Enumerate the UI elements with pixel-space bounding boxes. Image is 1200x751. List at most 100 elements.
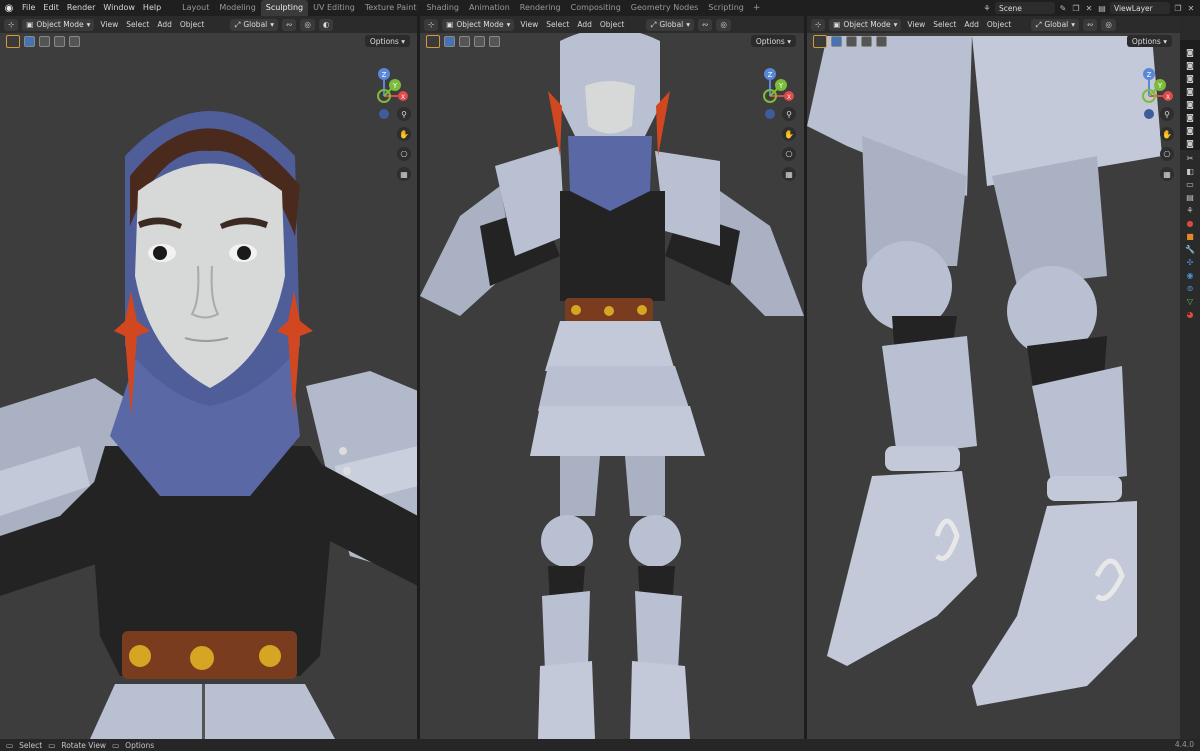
- tab-scripting[interactable]: Scripting: [703, 0, 749, 16]
- camera-icon[interactable]: ◙: [1183, 86, 1197, 96]
- scene-icon[interactable]: ⚘: [1183, 205, 1197, 215]
- world-icon[interactable]: ●: [1183, 218, 1197, 228]
- menu-edit[interactable]: Edit: [39, 0, 63, 16]
- proportional-button[interactable]: ◎: [300, 18, 315, 31]
- tab-sculpting[interactable]: Sculpting: [260, 0, 309, 16]
- physics-icon[interactable]: ◉: [1183, 270, 1197, 280]
- select-mode-new[interactable]: [831, 35, 842, 47]
- grid-icon[interactable]: ▦: [1160, 167, 1174, 181]
- menu-select[interactable]: Select: [931, 20, 958, 29]
- select-mode-intersect[interactable]: [489, 35, 500, 47]
- menu-view[interactable]: View: [98, 20, 120, 29]
- select-mode-extend[interactable]: [39, 35, 50, 47]
- orientation-dropdown[interactable]: ⤢ Global ▾: [230, 18, 279, 31]
- options-dropdown[interactable]: Options ▾: [750, 35, 796, 47]
- particles-icon[interactable]: ✣: [1183, 257, 1197, 267]
- pin-icon[interactable]: ✎: [1058, 3, 1068, 13]
- editor-type-button[interactable]: ⊹: [811, 18, 826, 31]
- constraints-icon[interactable]: ⊚: [1183, 283, 1197, 293]
- select-mode-intersect[interactable]: [69, 35, 80, 47]
- camera-icon[interactable]: ◙: [1183, 125, 1197, 135]
- snap-button[interactable]: ∾: [282, 18, 297, 31]
- scene-field[interactable]: Scene: [995, 2, 1055, 14]
- render-icon[interactable]: ◧: [1183, 166, 1197, 176]
- grid-icon[interactable]: ▦: [782, 167, 796, 181]
- camera-icon[interactable]: ⎔: [397, 147, 411, 161]
- menu-help[interactable]: Help: [139, 0, 165, 16]
- grid-icon[interactable]: ▦: [397, 167, 411, 181]
- options-dropdown[interactable]: Options ▾: [1126, 35, 1172, 47]
- camera-icon[interactable]: ◙: [1183, 112, 1197, 122]
- tab-compositing[interactable]: Compositing: [566, 0, 626, 16]
- pan-hand-icon[interactable]: ✋: [782, 127, 796, 141]
- menu-object[interactable]: Object: [985, 20, 1013, 29]
- delete-layer-icon[interactable]: ✕: [1186, 3, 1196, 13]
- data-icon[interactable]: ▽: [1183, 296, 1197, 306]
- viewport-left[interactable]: ⊹ ▣ Object Mode ▾ View Select Add Object ⤢…: [0, 16, 418, 739]
- camera-icon[interactable]: ◙: [1183, 60, 1197, 70]
- editor-type-button[interactable]: ⊹: [424, 18, 439, 31]
- delete-scene-icon[interactable]: ✕: [1084, 3, 1094, 13]
- select-mode-subtract[interactable]: [54, 35, 65, 47]
- camera-icon[interactable]: ◙: [1183, 73, 1197, 83]
- copy-scene-icon[interactable]: ❐: [1071, 3, 1081, 13]
- proportional-button[interactable]: ◎: [716, 18, 731, 31]
- camera-icon[interactable]: ⎔: [782, 147, 796, 161]
- viewport-right[interactable]: ⊹ ▣ Object Mode ▾ View Select Add Object ⤢…: [807, 16, 1180, 739]
- select-mode-extend[interactable]: [459, 35, 470, 47]
- menu-view[interactable]: View: [905, 20, 927, 29]
- menu-object[interactable]: Object: [178, 20, 206, 29]
- orientation-dropdown[interactable]: ⤢ Global ▾: [646, 18, 695, 31]
- copy-layer-icon[interactable]: ❐: [1173, 3, 1183, 13]
- zoom-icon[interactable]: ⚲: [1160, 107, 1174, 121]
- menu-object[interactable]: Object: [598, 20, 626, 29]
- camera-icon[interactable]: ⎔: [1160, 147, 1174, 161]
- material-icon[interactable]: ◕: [1183, 309, 1197, 319]
- select-mode-new[interactable]: [444, 35, 455, 47]
- tab-shading[interactable]: Shading: [421, 0, 464, 16]
- view-layer-field[interactable]: ViewLayer: [1110, 2, 1170, 14]
- tab-geometry-nodes[interactable]: Geometry Nodes: [626, 0, 703, 16]
- menu-select[interactable]: Select: [124, 20, 151, 29]
- overlay-button[interactable]: ◐: [318, 18, 334, 31]
- tab-animation[interactable]: Animation: [464, 0, 515, 16]
- object-icon[interactable]: ■: [1183, 231, 1197, 241]
- modifier-icon[interactable]: 🔧: [1183, 244, 1197, 254]
- camera-icon[interactable]: ◙: [1183, 99, 1197, 109]
- camera-icon[interactable]: ◙: [1183, 138, 1197, 148]
- select-mode-subtract[interactable]: [861, 35, 872, 47]
- mode-dropdown[interactable]: ▣ Object Mode ▾: [829, 18, 902, 31]
- scene-icon[interactable]: ⚘: [982, 3, 992, 13]
- output-icon[interactable]: ▭: [1183, 179, 1197, 189]
- tab-modeling[interactable]: Modeling: [214, 0, 260, 16]
- pan-hand-icon[interactable]: ✋: [1160, 127, 1174, 141]
- tab-texture-paint[interactable]: Texture Paint: [360, 0, 422, 16]
- editor-type-button[interactable]: ⊹: [4, 18, 19, 31]
- blender-logo-icon[interactable]: ◉: [0, 0, 18, 16]
- select-mode-subtract[interactable]: [474, 35, 485, 47]
- select-mode-extend[interactable]: [846, 35, 857, 47]
- menu-add[interactable]: Add: [155, 20, 174, 29]
- select-mode-intersect[interactable]: [876, 35, 887, 47]
- menu-render[interactable]: Render: [63, 0, 99, 16]
- menu-file[interactable]: File: [18, 0, 39, 16]
- zoom-icon[interactable]: ⚲: [782, 107, 796, 121]
- tab-uv-editing[interactable]: UV Editing: [308, 0, 360, 16]
- mode-dropdown[interactable]: ▣ Object Mode ▾: [442, 18, 515, 31]
- orientation-dropdown[interactable]: ⤢ Global ▾: [1031, 18, 1080, 31]
- tab-rendering[interactable]: Rendering: [515, 0, 566, 16]
- options-dropdown[interactable]: Options ▾: [364, 35, 410, 47]
- menu-select[interactable]: Select: [544, 20, 571, 29]
- menu-add[interactable]: Add: [575, 20, 594, 29]
- mode-dropdown[interactable]: ▣ Object Mode ▾: [22, 18, 95, 31]
- snap-button[interactable]: ∾: [698, 18, 713, 31]
- add-workspace-button[interactable]: +: [749, 3, 765, 13]
- camera-icon[interactable]: ◙: [1183, 47, 1197, 57]
- menu-view[interactable]: View: [518, 20, 540, 29]
- select-mode-new[interactable]: [24, 35, 35, 47]
- proportional-button[interactable]: ◎: [1101, 18, 1116, 31]
- menu-window[interactable]: Window: [99, 0, 139, 16]
- zoom-icon[interactable]: ⚲: [397, 107, 411, 121]
- view-layer-icon[interactable]: ▤: [1097, 3, 1107, 13]
- select-tool-button[interactable]: [426, 34, 440, 48]
